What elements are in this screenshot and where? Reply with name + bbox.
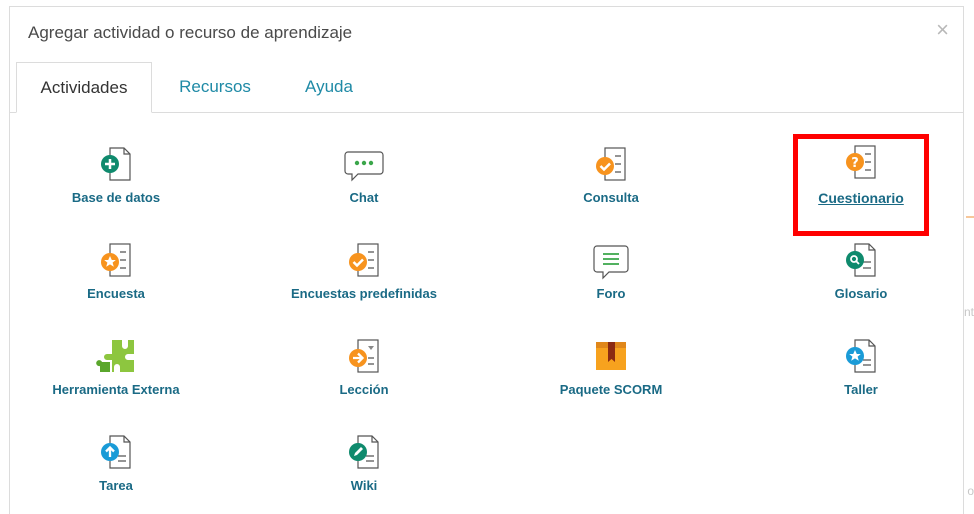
activity-label: Base de datos [71,190,161,205]
activity-chat[interactable]: Chat [264,144,464,205]
background-text-fragment: nt [963,305,974,319]
activity-cuestionario[interactable]: ? Cuestionario [761,144,961,206]
activity-leccion[interactable]: Lección [264,336,464,397]
activity-label: Cuestionario [818,190,904,206]
assignment-icon [101,435,131,469]
choice-icon [596,147,626,181]
activity-taller[interactable]: Taller [761,336,961,397]
tab-ayuda[interactable]: Ayuda [289,62,369,112]
activity-herramienta-externa[interactable]: Herramienta Externa [16,336,216,397]
activity-encuesta[interactable]: Encuesta [16,240,216,301]
activity-label: Tarea [99,478,133,493]
activity-label: Lección [339,382,389,397]
tab-actividades[interactable]: Actividades [16,62,152,113]
activity-label: Wiki [350,478,378,493]
activity-label: Herramienta Externa [52,382,180,397]
tab-bar: Actividades Recursos Ayuda [10,62,963,113]
activity-label: Foro [596,286,626,301]
forum-icon [593,245,629,280]
activity-label: Paquete SCORM [559,382,663,397]
activity-encuestas-predefinidas[interactable]: Encuestas predefinidas [264,240,464,301]
activity-consulta[interactable]: Consulta [511,144,711,205]
activity-label: Encuestas predefinidas [291,286,437,301]
background-text-fragment: o [967,484,974,498]
scorm-package-icon [596,342,626,370]
tab-recursos[interactable]: Recursos [165,62,265,112]
activity-wiki[interactable]: Wiki [264,432,464,493]
activity-tarea[interactable]: Tarea [16,432,216,493]
activity-base-de-datos[interactable]: Base de datos [16,144,216,205]
activity-paquete-scorm[interactable]: Paquete SCORM [511,336,711,397]
dialog-title: Agregar actividad o recurso de aprendiza… [28,23,353,42]
activity-label: Chat [349,190,379,205]
activity-foro[interactable]: Foro [511,240,711,301]
svg-text:?: ? [851,156,859,171]
activity-label: Taller [844,382,878,397]
feedback-icon [101,243,131,277]
database-icon [101,147,131,181]
activity-glosario[interactable]: Glosario [761,240,961,301]
lesson-icon [349,339,379,373]
activity-label: Glosario [834,286,888,301]
wiki-icon [349,435,379,469]
chat-icon [344,151,384,182]
workshop-icon [846,339,876,373]
survey-icon [349,243,379,277]
activity-label: Encuesta [87,286,145,301]
quiz-icon: ? [846,145,876,179]
close-icon[interactable]: × [936,19,949,41]
lti-puzzle-icon [96,340,134,372]
glossary-icon [846,243,876,277]
background-accent [966,216,974,218]
activity-label: Consulta [583,190,639,205]
